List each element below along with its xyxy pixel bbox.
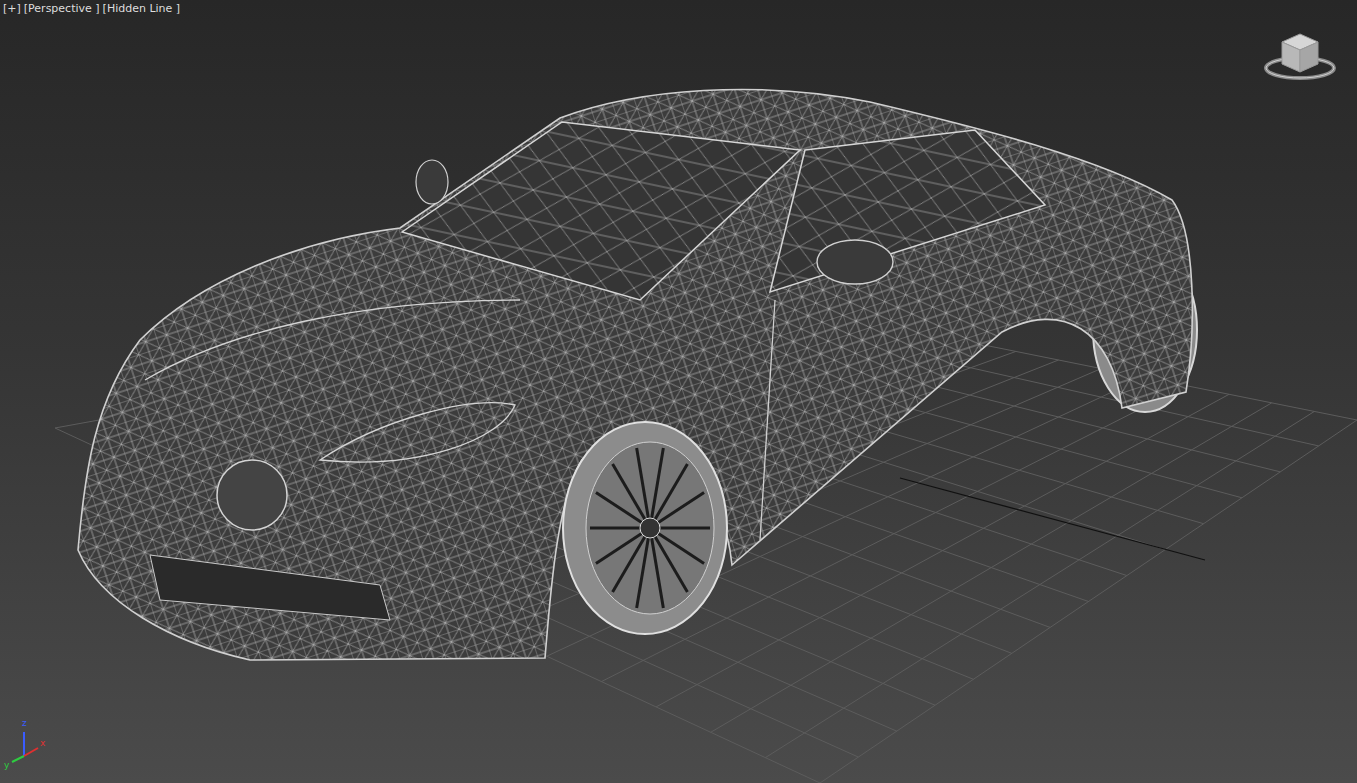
axis-line — [23, 732, 25, 756]
axis-label: z — [22, 718, 27, 728]
front-wheel[interactable] — [563, 422, 727, 634]
headlight — [320, 403, 515, 462]
axis-tripod: z y x — [4, 718, 56, 778]
viewport-label[interactable]: [Hidden Line ] — [103, 2, 181, 16]
viewport-label[interactable]: [Perspective ] — [24, 2, 100, 16]
scene-render[interactable] — [0, 0, 1357, 783]
side-mirror — [817, 240, 893, 284]
side-mirror — [416, 160, 448, 204]
axis-line — [12, 756, 24, 762]
fog-light — [217, 460, 287, 530]
viewport-labels: [+][Perspective ][Hidden Line ] — [3, 1, 180, 17]
perspective-viewport[interactable]: [+][Perspective ][Hidden Line ] z y x — [0, 0, 1357, 783]
viewcube-icon[interactable] — [1260, 28, 1340, 86]
axis-tripod-icon — [4, 718, 56, 778]
car-model[interactable] — [78, 89, 1197, 660]
front-grille — [150, 555, 390, 620]
side-window — [770, 130, 1045, 292]
viewport-label[interactable]: [+] — [3, 2, 21, 16]
axis-label: x — [40, 738, 45, 748]
axis-line — [900, 478, 1205, 560]
axis-line — [24, 748, 38, 756]
car-body[interactable] — [78, 89, 1192, 660]
windshield — [402, 122, 800, 300]
axis-label: y — [4, 760, 9, 770]
